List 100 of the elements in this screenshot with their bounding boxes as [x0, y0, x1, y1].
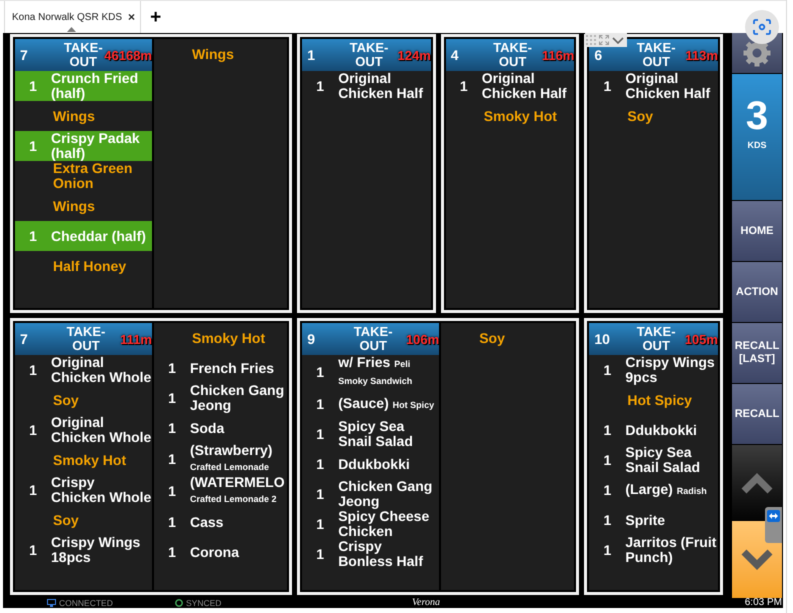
location-name: Verona	[411, 598, 441, 608]
order-number: 4	[450, 48, 459, 62]
capture-button[interactable]	[745, 10, 779, 44]
clock-time: 6:03 PM	[744, 598, 783, 608]
browser-tab[interactable]: Kona Norwalk QSR KDS ×	[4, 1, 142, 33]
elapsed-time: 106m	[406, 332, 440, 346]
elapsed-time: 113m	[685, 48, 718, 62]
item-quantity: 1	[167, 452, 177, 466]
item-quantity: 1	[167, 360, 177, 376]
item-name: Spicy Cheese Chicken	[338, 509, 430, 539]
new-tab-button[interactable]: +	[148, 8, 164, 26]
item-name: Crunch Fried (half)	[51, 71, 140, 101]
scroll-down-button[interactable]	[732, 521, 782, 598]
counter-value: 3	[746, 96, 768, 136]
elapsed-time: 46168m	[104, 48, 152, 62]
item-quantity: 1	[28, 422, 38, 438]
connection-status: CONNECTED	[59, 598, 113, 608]
item-quantity: 1	[28, 542, 38, 558]
item-quantity: 1	[602, 542, 612, 558]
sidebar-button[interactable]: ACTION	[732, 262, 782, 322]
item-name: Crispy Wings 9pcs	[625, 355, 716, 385]
item-name: Original Chicken Half	[625, 71, 712, 101]
item-quantity: 1	[167, 390, 177, 406]
elapsed-time: 105m	[684, 332, 718, 346]
item-modifier: Half Honey	[53, 258, 126, 274]
item-quantity: 1	[602, 422, 612, 438]
order-type: TAKE-OUT	[62, 41, 104, 69]
item-quantity: 1	[602, 482, 612, 498]
sidebar-button[interactable]: RECALL [LAST]	[732, 323, 782, 383]
order-number: 7	[20, 332, 28, 346]
order-number: 1	[307, 48, 315, 62]
item-quantity: 1	[167, 484, 177, 498]
order-type: TAKE-OUT	[66, 325, 106, 353]
item-quantity: 1	[315, 426, 326, 442]
dots-grid-icon[interactable]	[586, 35, 596, 45]
item-quantity: 1	[28, 228, 38, 244]
item-name: (Strawberry) Crafted Lemonade	[190, 443, 274, 474]
item-name: Chicken Gang Jeong	[190, 383, 286, 413]
item-name: Cheddar (half)	[51, 228, 147, 244]
focus-frame-icon	[753, 19, 771, 35]
sidebar-button[interactable]: HOME	[732, 201, 782, 261]
scroll-up-button[interactable]	[732, 445, 782, 520]
item-name: (Large) Radish	[625, 482, 708, 498]
item-name: Original Chicken Half	[482, 71, 568, 101]
item-name: Crispy Padak (half)	[51, 131, 141, 161]
item-modifier: Smoky Hot	[53, 452, 126, 468]
item-modifier: Soy	[53, 512, 79, 528]
item-quantity: 1	[167, 514, 177, 530]
item-name: French Fries	[190, 360, 276, 376]
item-quantity: 1	[602, 362, 612, 378]
chevron-down-icon[interactable]	[612, 36, 624, 44]
monitor-icon	[47, 599, 56, 607]
item-modifier: Hot Spicy	[627, 392, 692, 408]
elapsed-time: 111m	[120, 332, 152, 346]
item-quantity: 1	[602, 78, 612, 94]
item-name: Crispy Bonless Half	[338, 539, 424, 569]
order-number: 6	[594, 48, 602, 62]
item-modifier: Wings	[53, 198, 95, 214]
item-quantity: 1	[28, 78, 38, 94]
item-quantity: 1	[315, 546, 326, 562]
item-modifier: Soy	[53, 392, 79, 408]
order-ticket[interactable]: 9 TAKE-OUT 106m 1 w/ Fries Peli Smoky Sandwich 1 (Sauce) Hot Spicy 1 Spicy Sea Snail Salad 1 Ddukbokki 1 Chicken Gang Jeong 1 Spicy Cheese Chicken 1 Crispy Bonless Half Soy	[297, 318, 580, 595]
order-number: 10	[594, 332, 610, 346]
item-quantity: 1	[602, 452, 612, 468]
item-quantity: 1	[315, 364, 326, 380]
kds-counter-tile[interactable]: 3 KDS	[732, 74, 782, 200]
item-name: Original Chicken Whole	[51, 355, 152, 385]
item-quantity: 1	[602, 512, 612, 528]
order-type: TAKE-OUT	[352, 325, 394, 353]
item-name: Sprite	[625, 512, 666, 528]
item-quantity: 1	[167, 544, 177, 560]
item-quantity: 1	[167, 420, 177, 436]
counter-label: KDS	[747, 141, 766, 150]
ring-icon	[175, 599, 183, 607]
item-quantity: 1	[315, 78, 326, 94]
sidebar-button[interactable]: RECALL	[732, 384, 782, 444]
item-modifier: Smoky Hot	[192, 330, 266, 346]
item-name: Chicken Gang Jeong	[338, 479, 434, 509]
item-quantity: 1	[315, 516, 326, 532]
order-ticket[interactable]	[10, 318, 292, 595]
item-modifier: Soy	[479, 330, 505, 346]
item-name: Jarritos (Fruit Punch)	[625, 535, 718, 565]
item-modifier: Wings	[53, 108, 95, 124]
order-type: TAKE-OUT	[636, 325, 677, 353]
item-name: Soda	[190, 420, 226, 436]
item-modifier: Soy	[627, 108, 654, 124]
item-name: Spicy Sea Snail Salad	[625, 445, 702, 475]
order-type: TAKE-OUT	[636, 41, 677, 69]
close-tab-button[interactable]: ×	[126, 11, 138, 23]
item-name: Spicy Sea Snail Salad	[338, 419, 414, 449]
item-name: Corona	[190, 544, 240, 560]
item-name: (Sauce) Hot Spicy	[338, 396, 436, 412]
item-name: Ddukbokki	[625, 422, 698, 438]
item-name: Original Chicken Half	[338, 71, 424, 101]
elapsed-time: 116m	[542, 48, 574, 62]
order-number: 9	[307, 332, 315, 346]
item-name: w/ Fries Peli Smoky Sandwich	[338, 355, 414, 388]
item-modifier: Smoky Hot	[484, 108, 557, 124]
side-tab[interactable]	[765, 507, 782, 543]
item-modifier: Wings	[192, 46, 234, 62]
